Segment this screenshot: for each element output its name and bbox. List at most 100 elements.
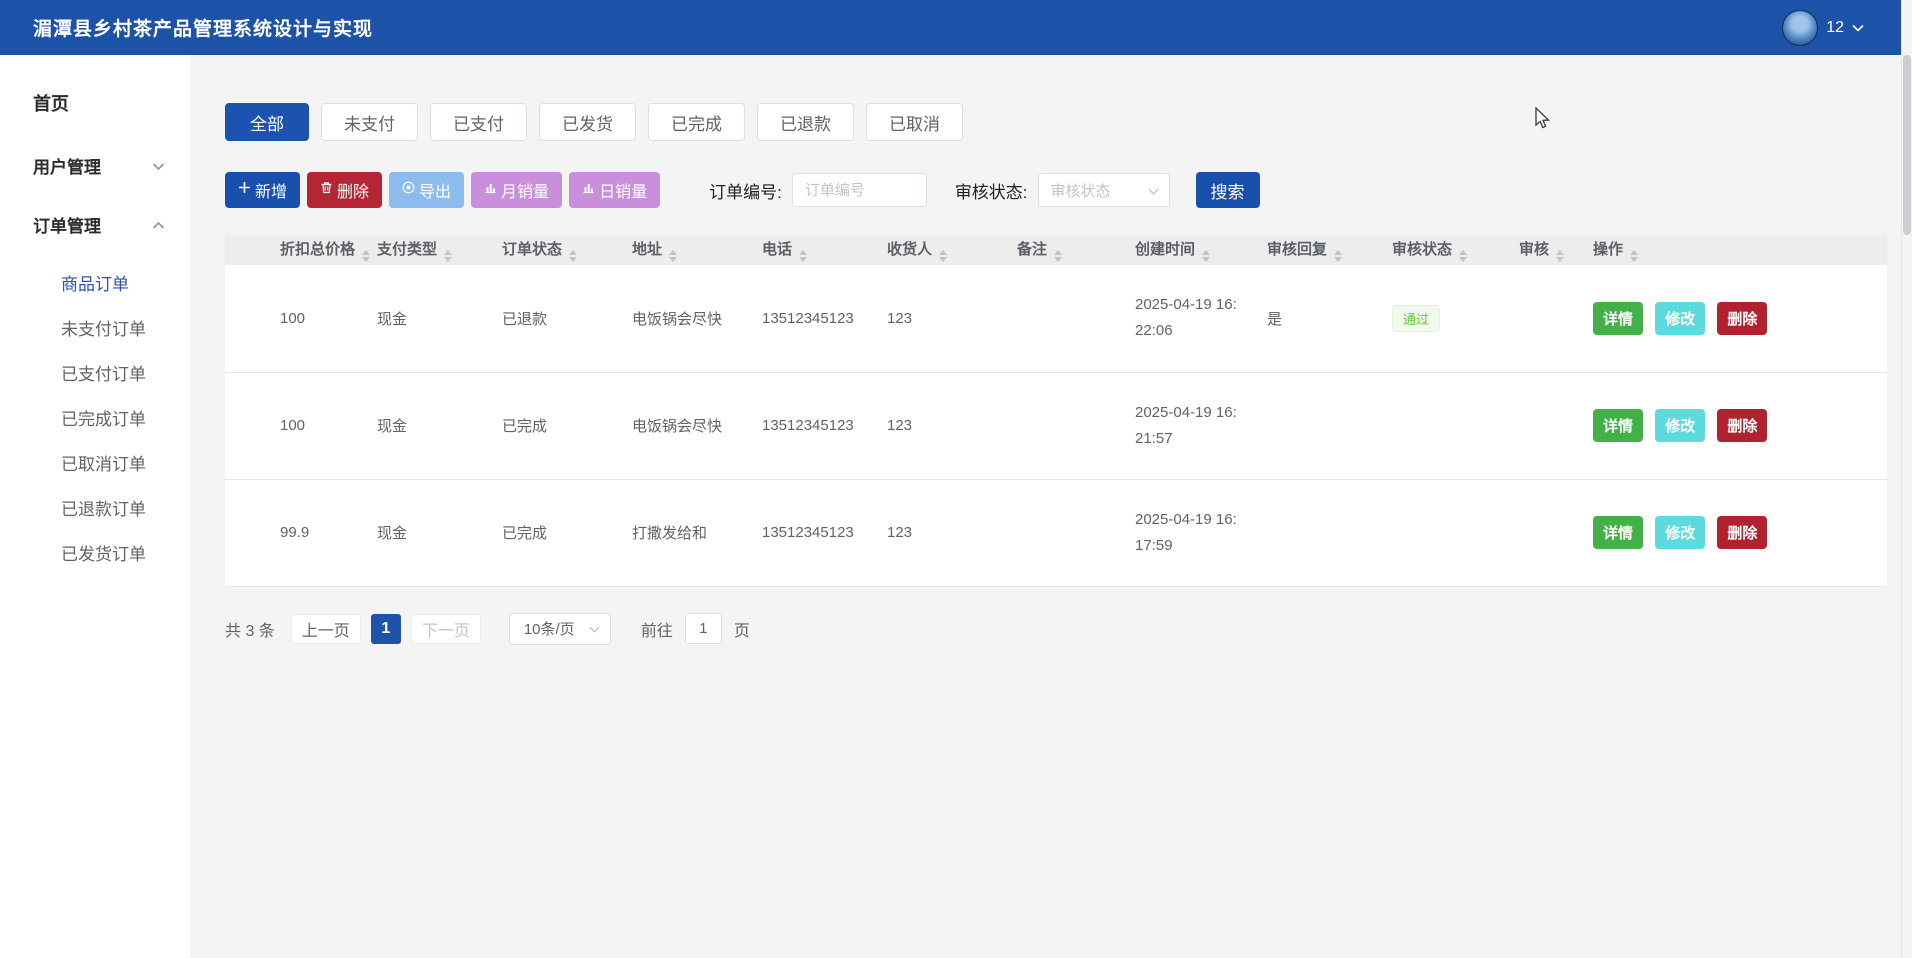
column-header-actions[interactable]: 操作 — [1581, 235, 1887, 265]
cell-receiver: 123 — [875, 265, 1005, 372]
tab-all[interactable]: 全部 — [225, 103, 309, 141]
table-row: 100 现金 已完成 电饭锅会尽快 13512345123 123 2025-0… — [225, 372, 1887, 479]
column-header-audit-status[interactable]: 审核状态 — [1380, 235, 1507, 265]
cell-created: 2025-04-19 16:22:06 — [1123, 265, 1255, 372]
total-count: 共 3 条 — [225, 617, 275, 641]
edit-button[interactable]: 修改 — [1655, 302, 1705, 335]
sidebar: 首页 用户管理 订单管理 商品订单 未支付订单 已支付订单 已完成订单 已取消订… — [0, 55, 190, 958]
cell-order-status: 已完成 — [490, 372, 620, 479]
cell-audit-status — [1380, 372, 1507, 479]
cell-price: 100 — [225, 265, 365, 372]
column-header-price[interactable]: 折扣总价格 — [225, 235, 365, 265]
cell-audit-reply: 是 — [1255, 265, 1380, 372]
user-menu[interactable]: 12 — [1782, 10, 1864, 46]
cell-audit — [1507, 265, 1581, 372]
tab-unpaid[interactable]: 未支付 — [321, 103, 418, 141]
column-header-receiver[interactable]: 收货人 — [875, 235, 1005, 265]
sidebar-item-completed-orders[interactable]: 已完成订单 — [0, 395, 190, 440]
sort-icon[interactable] — [1334, 250, 1342, 262]
tab-shipped[interactable]: 已发货 — [539, 103, 636, 141]
main-content: 全部 未支付 已支付 已发货 已完成 已退款 已取消 新增 删除 导出 月销量 … — [190, 55, 1902, 958]
detail-button[interactable]: 详情 — [1593, 302, 1643, 335]
sidebar-item-shipped-orders[interactable]: 已发货订单 — [0, 530, 190, 575]
prev-page-button[interactable]: 上一页 — [291, 614, 361, 644]
tab-cancelled[interactable]: 已取消 — [866, 103, 963, 141]
plus-icon — [238, 181, 251, 199]
order-no-input[interactable] — [792, 173, 927, 207]
detail-button[interactable]: 详情 — [1593, 409, 1643, 442]
export-button[interactable]: 导出 — [389, 172, 464, 208]
app-header: 湄潭县乡村茶产品管理系统设计与实现 12 — [0, 0, 1912, 55]
delete-button[interactable]: 删除 — [307, 172, 382, 208]
sidebar-group-user-management[interactable]: 用户管理 — [0, 136, 190, 195]
cell-receiver: 123 — [875, 479, 1005, 586]
tab-refunded[interactable]: 已退款 — [757, 103, 854, 141]
column-header-phone[interactable]: 电话 — [750, 235, 875, 265]
cell-price: 100 — [225, 372, 365, 479]
month-sales-button[interactable]: 月销量 — [471, 172, 562, 208]
sort-icon[interactable] — [1202, 250, 1210, 262]
day-sales-button[interactable]: 日销量 — [569, 172, 660, 208]
row-delete-button[interactable]: 删除 — [1717, 409, 1767, 442]
chevron-down-icon — [152, 156, 165, 176]
sort-icon[interactable] — [1630, 250, 1638, 262]
page-size-select[interactable]: 10条/页 — [509, 613, 611, 645]
chevron-down-icon — [1852, 19, 1864, 37]
cell-pay-type: 现金 — [365, 479, 490, 586]
sidebar-item-refunded-orders[interactable]: 已退款订单 — [0, 485, 190, 530]
cell-audit — [1507, 479, 1581, 586]
scrollbar-thumb[interactable] — [1903, 55, 1911, 235]
sort-icon[interactable] — [362, 250, 370, 262]
cell-phone: 13512345123 — [750, 372, 875, 479]
column-header-audit[interactable]: 审核 — [1507, 235, 1581, 265]
cell-remark — [1005, 479, 1123, 586]
tab-completed[interactable]: 已完成 — [648, 103, 745, 141]
sort-icon[interactable] — [1054, 250, 1062, 262]
page-unit-label: 页 — [734, 617, 750, 641]
status-filter-tabs: 全部 未支付 已支付 已发货 已完成 已退款 已取消 — [225, 103, 1902, 141]
search-button[interactable]: 搜索 — [1196, 172, 1260, 208]
page-number-1[interactable]: 1 — [371, 614, 401, 644]
edit-button[interactable]: 修改 — [1655, 409, 1705, 442]
row-delete-button[interactable]: 删除 — [1717, 302, 1767, 335]
edit-button[interactable]: 修改 — [1655, 516, 1705, 549]
page-size-value: 10条/页 — [524, 618, 575, 639]
column-header-created[interactable]: 创建时间 — [1123, 235, 1255, 265]
goto-page-input[interactable] — [685, 613, 722, 644]
sidebar-item-paid-orders[interactable]: 已支付订单 — [0, 350, 190, 395]
sidebar-item-cancelled-orders[interactable]: 已取消订单 — [0, 440, 190, 485]
sort-icon[interactable] — [669, 250, 677, 262]
chevron-up-icon — [152, 215, 165, 235]
sidebar-item-product-orders[interactable]: 商品订单 — [0, 260, 190, 305]
column-header-pay-type[interactable]: 支付类型 — [365, 235, 490, 265]
column-header-order-status[interactable]: 订单状态 — [490, 235, 620, 265]
column-header-audit-reply[interactable]: 审核回复 — [1255, 235, 1380, 265]
scrollbar-track — [1901, 0, 1912, 958]
sort-icon[interactable] — [939, 250, 947, 262]
sort-icon[interactable] — [569, 250, 577, 262]
user-avatar[interactable] — [1782, 10, 1818, 46]
sort-icon[interactable] — [1459, 250, 1467, 262]
sidebar-group-label: 用户管理 — [33, 153, 101, 178]
row-delete-button[interactable]: 删除 — [1717, 516, 1767, 549]
audit-status-select[interactable]: 审核状态 — [1038, 173, 1170, 207]
sidebar-group-order-management[interactable]: 订单管理 — [0, 195, 190, 254]
tab-paid[interactable]: 已支付 — [430, 103, 527, 141]
column-header-address[interactable]: 地址 — [620, 235, 750, 265]
add-button[interactable]: 新增 — [225, 172, 300, 208]
column-header-remark[interactable]: 备注 — [1005, 235, 1123, 265]
sidebar-item-unpaid-orders[interactable]: 未支付订单 — [0, 305, 190, 350]
user-name: 12 — [1826, 19, 1844, 37]
next-page-button[interactable]: 下一页 — [411, 614, 481, 644]
cell-audit — [1507, 372, 1581, 479]
sort-icon[interactable] — [1556, 250, 1564, 262]
detail-button[interactable]: 详情 — [1593, 516, 1643, 549]
cell-order-status: 已完成 — [490, 479, 620, 586]
cell-actions: 详情 修改 删除 — [1581, 265, 1887, 372]
sort-icon[interactable] — [799, 250, 807, 262]
sidebar-item-home[interactable]: 首页 — [0, 82, 190, 136]
export-icon — [402, 181, 415, 199]
cell-address: 电饭锅会尽快 — [620, 372, 750, 479]
sort-icon[interactable] — [444, 250, 452, 262]
cell-pay-type: 现金 — [365, 265, 490, 372]
